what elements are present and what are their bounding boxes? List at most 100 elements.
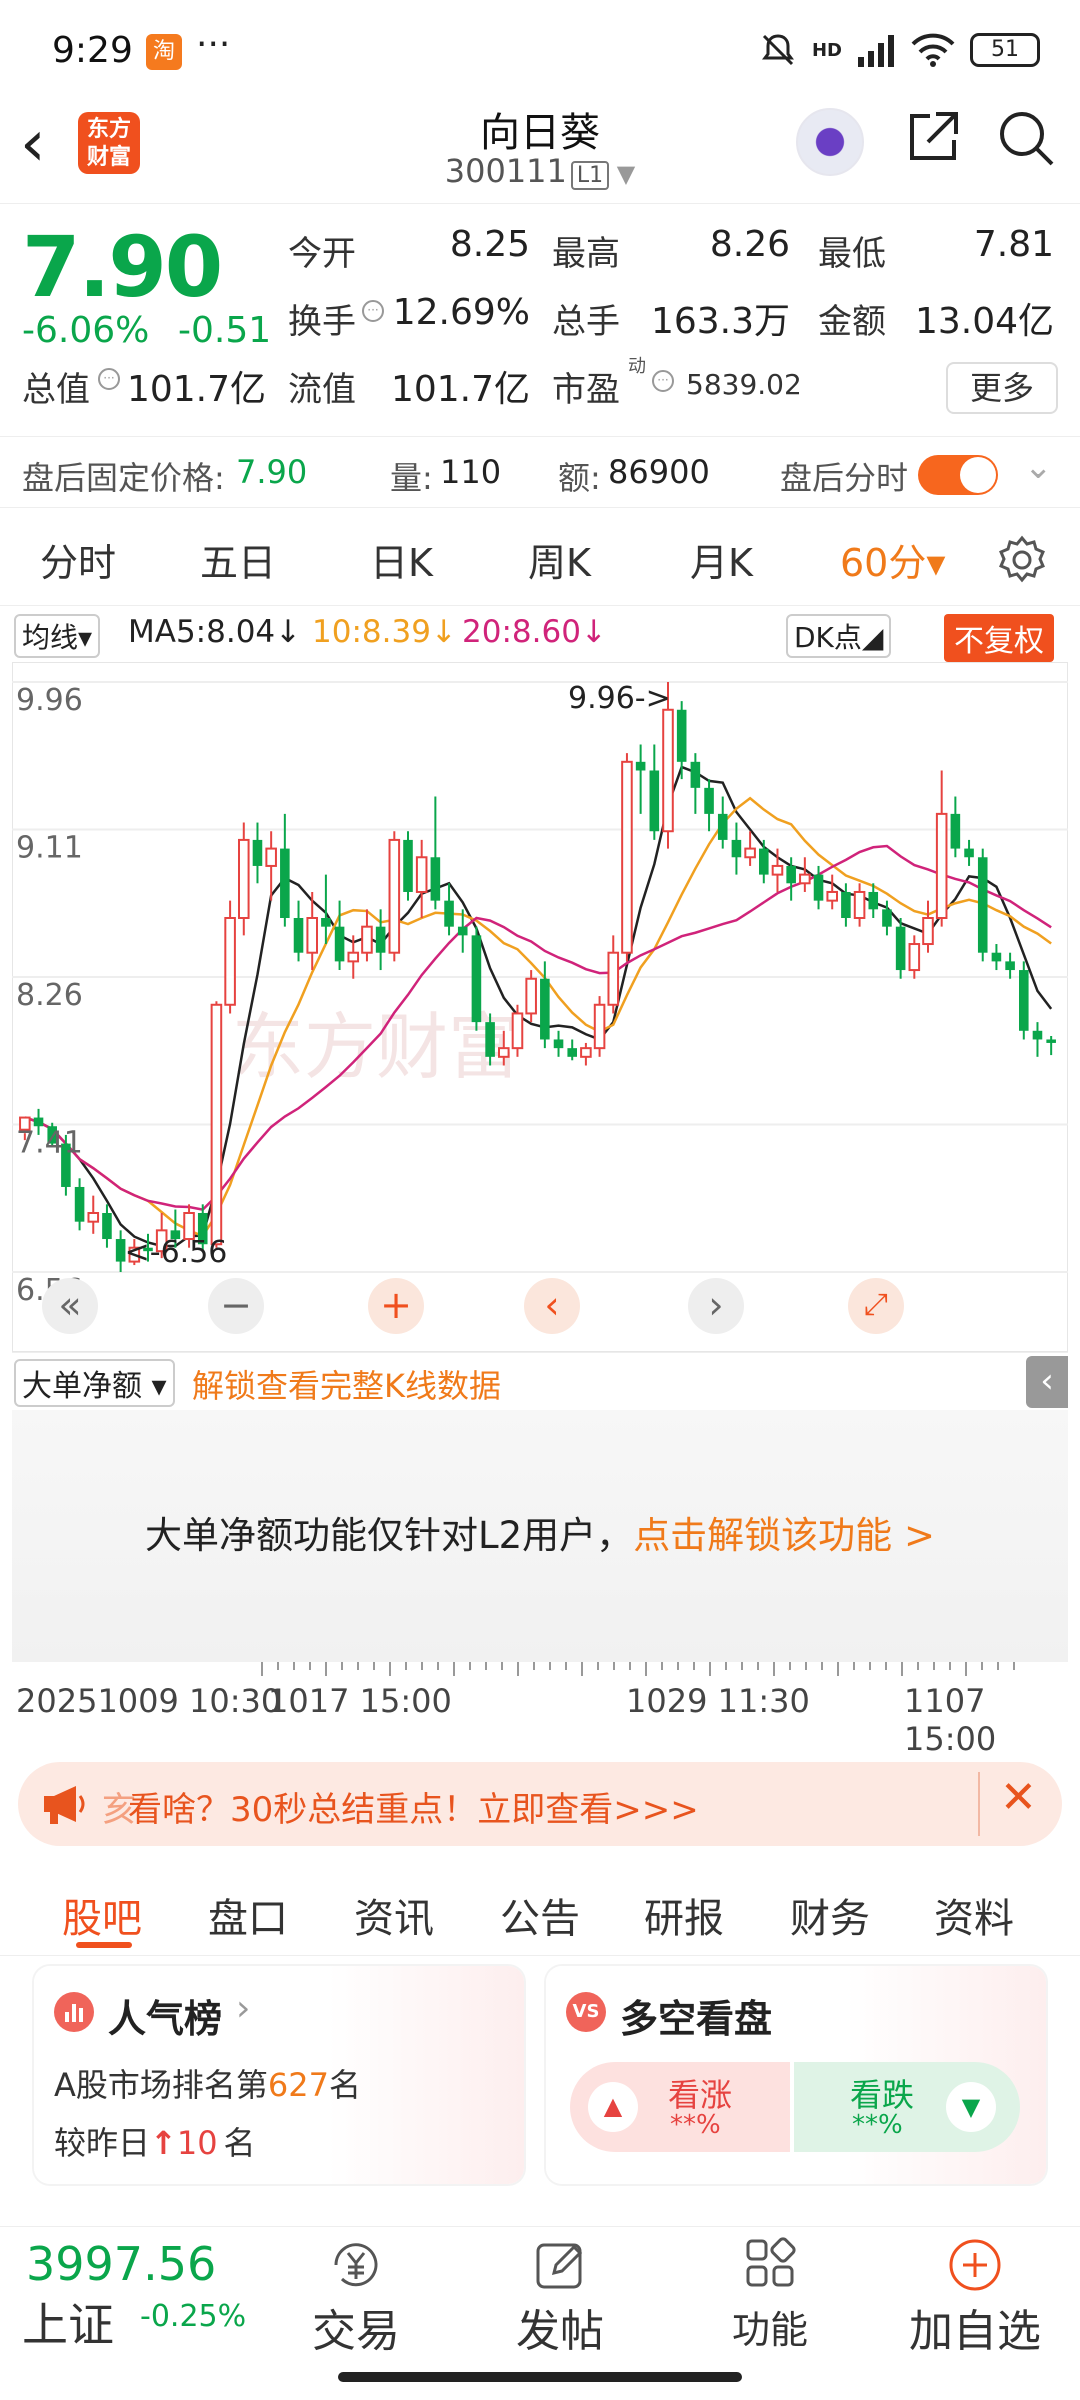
home-indicator[interactable] (338, 2372, 742, 2382)
vs-icon: VS (566, 1992, 606, 2032)
candle-body (662, 708, 674, 833)
tab-five-day[interactable]: 五日 (200, 532, 276, 587)
tab-monthly-k[interactable]: 月K (690, 532, 753, 587)
tab-daily-k[interactable]: 日K (370, 532, 433, 587)
candle-body (224, 917, 236, 1006)
candle-body (786, 865, 796, 884)
bottom-nav: 3997.56 上证 -0.25% 交易 发帖 功能 加自选 (0, 2226, 1080, 2360)
tab-research[interactable]: 研报 (644, 1886, 724, 1944)
collapse-side-icon[interactable]: ‹ (1026, 1356, 1068, 1408)
scroll-left-icon[interactable]: ‹ (524, 1278, 580, 1334)
candle-body (321, 918, 331, 927)
candle-body (1005, 961, 1015, 971)
kline-chart[interactable]: 东方财富 9.969.118.267.416.56 9.96-> <-6.56 … (11, 661, 1069, 1353)
zoom-in-icon[interactable]: + (368, 1278, 424, 1334)
post-button[interactable]: 发帖 (500, 2227, 620, 2361)
level-tag: L1 (570, 161, 610, 190)
ai-summary-banner[interactable]: 亥 看啥？30秒总结重点！立即查看>>> ✕ (18, 1762, 1062, 1846)
y-tick-label: 7.41 (16, 1126, 83, 1161)
after-hours-label: 盘后固定价格: (22, 459, 225, 497)
market-rank-line: A股市场排名第627名 (54, 2060, 361, 2106)
info-icon[interactable]: ··· (98, 368, 120, 390)
settings-gear-icon[interactable] (996, 534, 1048, 586)
after-hours-toggle[interactable] (918, 455, 998, 495)
period-tabs: 分时 五日 日K 周K 月K 60分▾ (0, 510, 1080, 606)
tab-weekly-k[interactable]: 周K (528, 532, 591, 587)
unlock-feature-link[interactable]: 点击解锁该功能 > (633, 1514, 935, 1557)
candle-body (567, 1048, 577, 1057)
bullish-value: **% (670, 2110, 721, 2140)
candle-body (415, 856, 428, 893)
status-bar: 9:29 淘 ··· HD 51 (0, 0, 1080, 100)
stock-header: ‹ 东方 财富 向日葵 300111 L1 ▼ (0, 100, 1080, 204)
grid-apps-icon (746, 2237, 796, 2287)
signal-icon (858, 35, 894, 67)
tab-order-book[interactable]: 盘口 (208, 1886, 288, 1944)
turnover-label: 换手 (288, 302, 356, 342)
unlock-kline-link[interactable]: 解锁查看完整K线数据 (192, 1361, 501, 1407)
functions-button[interactable]: 功能 (710, 2227, 830, 2361)
search-icon[interactable] (994, 106, 1058, 170)
triangle-up-icon: ▲ (588, 2082, 638, 2132)
yen-coin-icon (334, 2243, 378, 2287)
candle-body (991, 952, 1002, 962)
post-label: 发帖 (516, 2306, 604, 2357)
status-time: 9:29 (52, 30, 133, 71)
chevron-down-icon[interactable]: ⌄ (1024, 447, 1053, 487)
candle-body (210, 1003, 223, 1246)
no-adjust-button[interactable]: 不复权 (944, 614, 1054, 662)
tab-intraday[interactable]: 分时 (40, 532, 116, 587)
tab-profile[interactable]: 资料 (934, 1886, 1014, 1944)
dk-point-select[interactable]: DK点◢ (786, 614, 892, 658)
bull-bear-title: 多空看盘 (620, 1997, 773, 2041)
more-notifications-icon: ··· (196, 24, 231, 65)
wifi-icon (911, 33, 955, 67)
candle-body (444, 900, 454, 927)
tab-announcements[interactable]: 公告 (500, 1886, 580, 1944)
tab-financials[interactable]: 财务 (790, 1886, 870, 1944)
chart-canvas[interactable]: 东方财富 9.969.118.267.416.56 9.96-> <-6.56 (11, 661, 1069, 1353)
more-button[interactable]: 更多 (946, 362, 1058, 414)
tab-stock-forum[interactable]: 股吧 (62, 1886, 142, 1944)
candle-body (607, 951, 620, 1006)
float-cap-value: 101.7亿 (390, 369, 530, 410)
info-icon[interactable]: ··· (652, 370, 674, 392)
index-ticker[interactable]: 3997.56 上证 -0.25% (0, 2227, 280, 2361)
scroll-right-icon[interactable]: › (688, 1278, 744, 1334)
add-to-watchlist-button[interactable]: 加自选 (890, 2227, 1060, 2361)
ma20-value: 20:8.60↓ (462, 614, 607, 650)
share-icon[interactable] (900, 106, 964, 170)
candle-body (799, 873, 811, 885)
tab-news[interactable]: 资讯 (354, 1886, 434, 1944)
index-value: 3997.56 (26, 2237, 217, 2291)
popularity-rank-card[interactable]: 人气榜 › A股市场排名第627名 较昨日↑10 名 (34, 1966, 524, 2184)
ma-select[interactable]: 均线▾ (14, 614, 101, 658)
big-order-select[interactable]: 大单净额 ▾ (14, 1359, 175, 1407)
vote-bearish-button[interactable]: 看跌 **% ▼ (794, 2062, 1020, 2152)
network-type-label: HD (811, 39, 842, 61)
scroll-left-fast-icon[interactable]: « (42, 1278, 98, 1334)
zoom-out-icon[interactable]: − (208, 1278, 264, 1334)
stock-code: 300111 (444, 152, 567, 190)
candle-body (87, 1212, 100, 1223)
candle-body (430, 857, 441, 901)
add-to-watchlist-label: 加自选 (909, 2306, 1041, 2357)
tab-60-min[interactable]: 60分▾ (840, 532, 945, 587)
turnover-value: 12.69% (392, 292, 530, 333)
banner-text: 看啥？30秒总结重点！立即查看>>> (128, 1790, 699, 1830)
fullscreen-icon[interactable]: ⤢ (848, 1278, 904, 1334)
x-label-3: 1029 11:30 (626, 1682, 810, 1720)
candle-body (744, 847, 756, 859)
candle-body (293, 918, 304, 953)
close-icon[interactable]: ✕ (1000, 1772, 1037, 1823)
info-icon[interactable]: ··· (362, 300, 384, 322)
content-tabs: 股吧 盘口 资讯 公告 研报 财务 资料 (0, 1862, 1080, 1956)
candle-body (717, 813, 728, 840)
trade-button[interactable]: 交易 (296, 2227, 416, 2361)
vote-bullish-button[interactable]: ▲ 看涨 **% (570, 2062, 790, 2152)
candle-body (635, 761, 646, 771)
candle-body (621, 760, 633, 954)
assistant-avatar-icon[interactable] (796, 108, 864, 176)
candle-body (361, 925, 373, 954)
chevron-right-icon: › (236, 1988, 251, 2029)
